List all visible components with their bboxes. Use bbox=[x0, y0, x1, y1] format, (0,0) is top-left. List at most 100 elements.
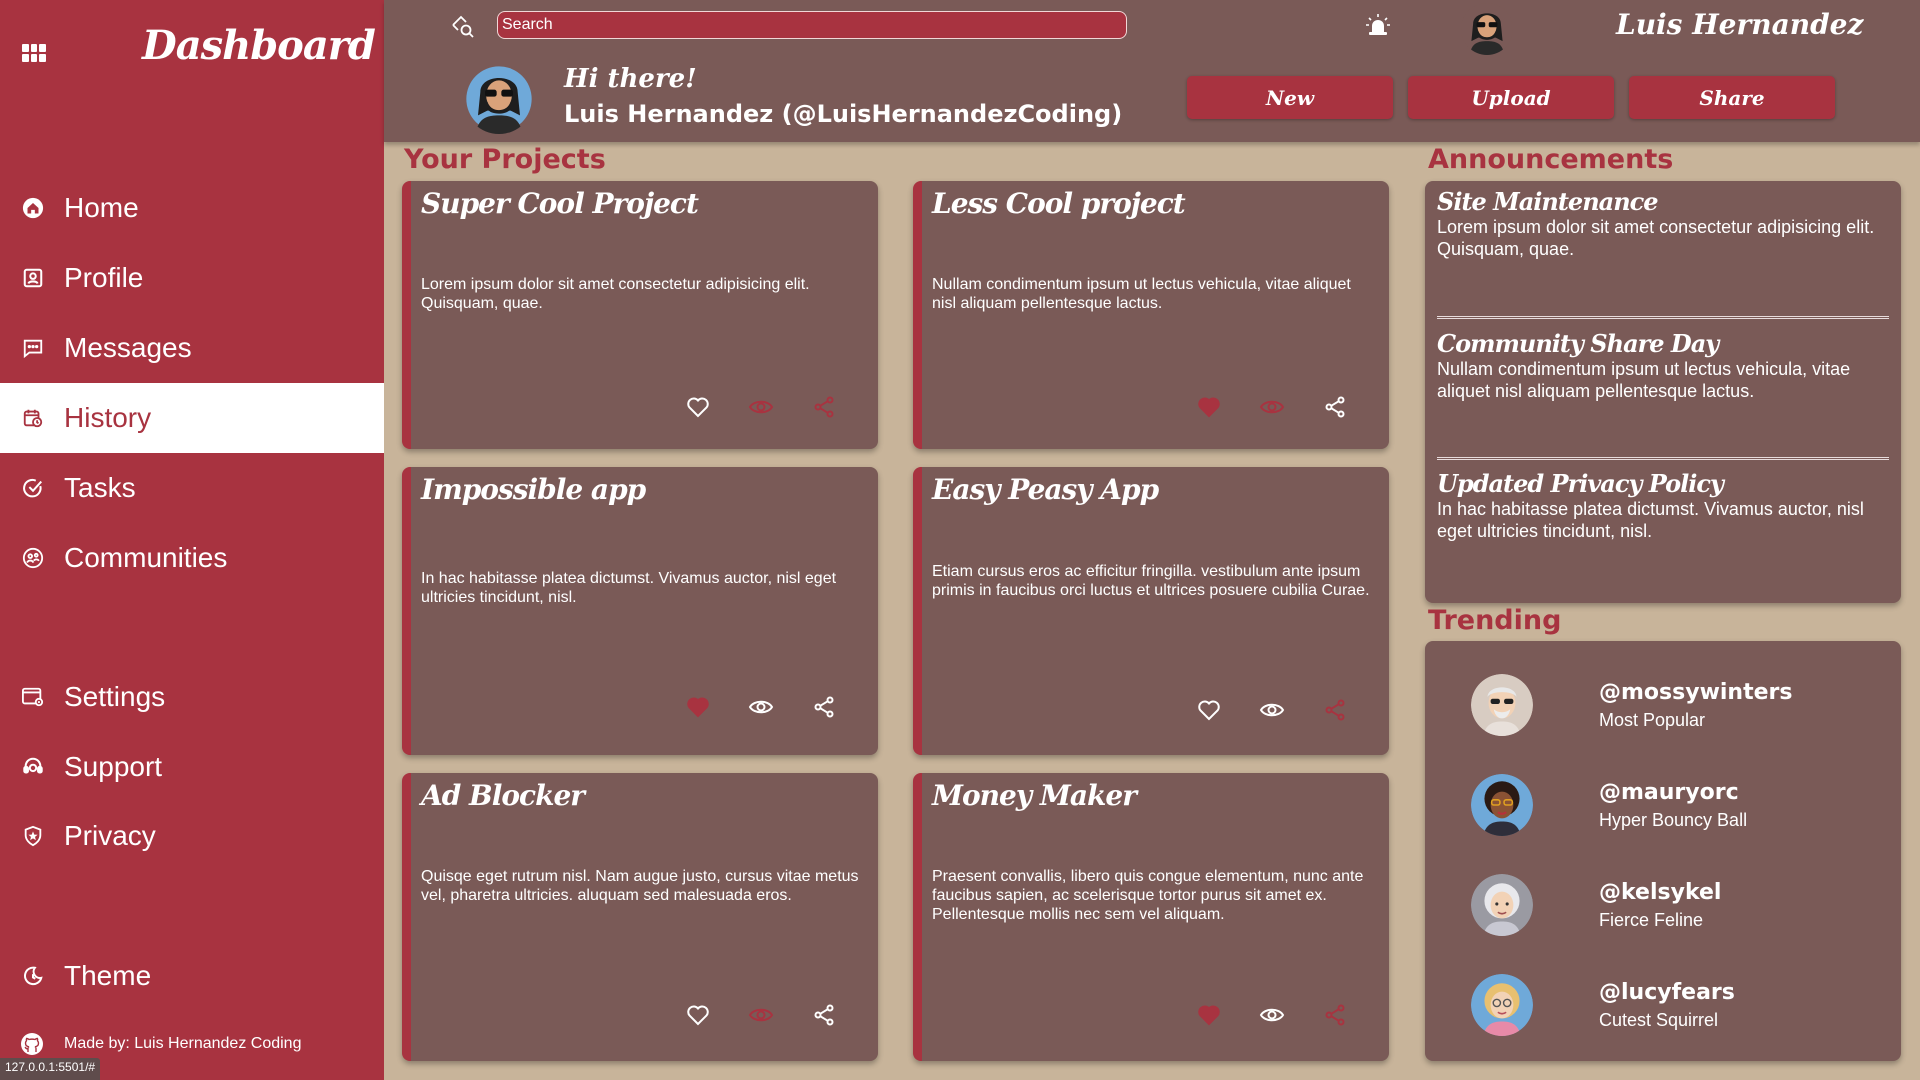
project-title: Money Maker bbox=[932, 779, 1137, 812]
watch-eye-icon[interactable] bbox=[1255, 998, 1288, 1031]
announcement-divider bbox=[1437, 316, 1889, 319]
support-icon bbox=[20, 754, 46, 780]
search-input[interactable] bbox=[497, 11, 1127, 39]
upload-button[interactable]: Upload bbox=[1408, 76, 1614, 119]
share-icon[interactable] bbox=[807, 690, 840, 723]
project-description: In hac habitasse platea dictumst. Vivamu… bbox=[421, 570, 837, 606]
user-avatar[interactable] bbox=[1461, 3, 1513, 55]
announcement-item[interactable]: Site Maintenance Lorem ipsum dolor sit a… bbox=[1437, 187, 1889, 260]
project-card[interactable]: Impossible app In hac habitasse platea d… bbox=[402, 467, 878, 755]
profile-icon bbox=[20, 265, 46, 291]
project-title: Easy Peasy App bbox=[932, 473, 1159, 506]
announcement-divider bbox=[1437, 457, 1889, 460]
sidebar-item-label: History bbox=[64, 402, 152, 433]
brand: Dashboard bbox=[0, 0, 384, 104]
announcement-text: In hac habitasse platea dictumst. Vivamu… bbox=[1437, 499, 1864, 541]
share-icon[interactable] bbox=[1318, 693, 1351, 726]
announcement-text: Lorem ipsum dolor sit amet consectetur a… bbox=[1437, 217, 1875, 259]
trending-avatar bbox=[1471, 774, 1533, 836]
watch-eye-icon[interactable] bbox=[744, 998, 777, 1031]
sidebar-item-messages[interactable]: Messages bbox=[0, 313, 384, 383]
like-heart-icon[interactable] bbox=[1192, 693, 1225, 726]
trending-handle: @mossywinters bbox=[1599, 680, 1793, 705]
like-heart-icon[interactable] bbox=[681, 690, 714, 723]
trending-item[interactable]: @mossywinters Most Popular bbox=[1471, 670, 1831, 740]
share-icon[interactable] bbox=[807, 390, 840, 423]
like-heart-icon[interactable] bbox=[1192, 390, 1225, 423]
share-button[interactable]: Share bbox=[1629, 76, 1835, 119]
share-icon[interactable] bbox=[807, 998, 840, 1031]
watch-eye-icon[interactable] bbox=[744, 390, 777, 423]
project-title: Less Cool project bbox=[932, 187, 1186, 220]
privacy-icon bbox=[20, 823, 46, 849]
sidebar: Dashboard Home Profile Messages History … bbox=[0, 0, 384, 1080]
project-card[interactable]: Ad Blocker Quisqe eget rutrum nisl. Nam … bbox=[402, 773, 878, 1061]
project-description: Praesent convallis, libero quis congue e… bbox=[932, 868, 1364, 923]
sidebar-item-profile[interactable]: Profile bbox=[0, 243, 384, 313]
trending-title: Trending bbox=[1428, 605, 1562, 636]
trending-avatar bbox=[1471, 874, 1533, 936]
like-heart-icon[interactable] bbox=[1192, 998, 1225, 1031]
announcement-title: Updated Privacy Policy bbox=[1437, 469, 1724, 498]
project-card[interactable]: Super Cool Project Lorem ipsum dolor sit… bbox=[402, 181, 878, 449]
project-description: Etiam cursus eros ac efficitur fringilla… bbox=[932, 563, 1370, 599]
announcement-title: Community Share Day bbox=[1437, 329, 1719, 358]
sidebar-item-label: Tasks bbox=[64, 472, 136, 503]
sidebar-item-home[interactable]: Home bbox=[0, 173, 384, 243]
greeting-avatar bbox=[464, 64, 534, 134]
like-heart-icon[interactable] bbox=[681, 998, 714, 1031]
sidebar-item-tasks[interactable]: Tasks bbox=[0, 453, 384, 523]
announcement-title: Site Maintenance bbox=[1437, 187, 1659, 216]
status-url: 127.0.0.1:5501/# bbox=[0, 1058, 101, 1080]
project-card[interactable]: Easy Peasy App Etiam cursus eros ac effi… bbox=[913, 467, 1389, 755]
trending-avatar bbox=[1471, 674, 1533, 736]
project-title: Ad Blocker bbox=[421, 779, 585, 812]
announcement-item[interactable]: Community Share Day Nullam condimentum i… bbox=[1437, 329, 1889, 402]
sidebar-item-history[interactable]: History bbox=[0, 383, 384, 453]
theme-icon bbox=[20, 963, 46, 989]
project-card[interactable]: Money Maker Praesent convallis, libero q… bbox=[913, 773, 1389, 1061]
new-button[interactable]: New bbox=[1187, 76, 1393, 119]
trending-item[interactable]: @kelsykel Fierce Feline bbox=[1471, 870, 1831, 940]
watch-eye-icon[interactable] bbox=[744, 690, 777, 723]
footer-credit-text: Made by: Luis Hernandez Coding bbox=[64, 1035, 302, 1052]
project-card[interactable]: Less Cool project Nullam condimentum ips… bbox=[913, 181, 1389, 449]
trending-item[interactable]: @mauryorc Hyper Bouncy Ball bbox=[1471, 770, 1831, 840]
sidebar-item-label: Theme bbox=[64, 960, 152, 991]
footer-credit[interactable]: Made by: Luis Hernandez Coding bbox=[20, 1032, 301, 1056]
announcement-text: Nullam condimentum ipsum ut lectus vehic… bbox=[1437, 359, 1851, 401]
project-description: Lorem ipsum dolor sit amet consectetur a… bbox=[421, 276, 810, 312]
project-description: Quisqe eget rutrum nisl. Nam augue justo… bbox=[421, 868, 859, 904]
history-icon bbox=[20, 405, 46, 431]
sidebar-item-settings[interactable]: Settings bbox=[0, 662, 384, 732]
share-icon[interactable] bbox=[1318, 390, 1351, 423]
announcement-item[interactable]: Updated Privacy Policy In hac habitasse … bbox=[1437, 469, 1889, 542]
sidebar-item-label: Settings bbox=[64, 681, 166, 712]
github-icon bbox=[20, 1032, 44, 1056]
brand-title: Dashboard bbox=[142, 22, 376, 69]
share-icon[interactable] bbox=[1318, 998, 1351, 1031]
project-title: Super Cool Project bbox=[421, 187, 699, 220]
watch-eye-icon[interactable] bbox=[1255, 693, 1288, 726]
home-icon bbox=[20, 195, 46, 221]
sidebar-item-label: Privacy bbox=[64, 820, 156, 851]
project-title: Impossible app bbox=[421, 473, 646, 506]
sidebar-item-privacy[interactable]: Privacy bbox=[0, 801, 384, 871]
trending-item[interactable]: @lucyfears Cutest Squirrel bbox=[1471, 970, 1831, 1040]
sidebar-item-communities[interactable]: Communities bbox=[0, 523, 384, 593]
dashboard-grid-icon[interactable] bbox=[22, 44, 46, 62]
watch-eye-icon[interactable] bbox=[1255, 390, 1288, 423]
sidebar-item-support[interactable]: Support bbox=[0, 732, 384, 802]
like-heart-icon[interactable] bbox=[681, 390, 714, 423]
search-icon[interactable] bbox=[450, 14, 476, 40]
sidebar-item-label: Messages bbox=[64, 332, 192, 363]
trending-avatar bbox=[1471, 974, 1533, 1036]
greeting-full-name: Luis Hernandez (@LuisHernandezCoding) bbox=[564, 100, 1123, 128]
project-actions bbox=[681, 690, 840, 723]
trending-subtitle: Most Popular bbox=[1599, 710, 1706, 730]
announcements-title: Announcements bbox=[1428, 144, 1674, 175]
sidebar-item-theme[interactable]: Theme bbox=[0, 941, 384, 1011]
notification-bell-icon[interactable] bbox=[1364, 12, 1392, 40]
trending-subtitle: Cutest Squirrel bbox=[1599, 1010, 1719, 1030]
project-actions bbox=[681, 998, 840, 1031]
